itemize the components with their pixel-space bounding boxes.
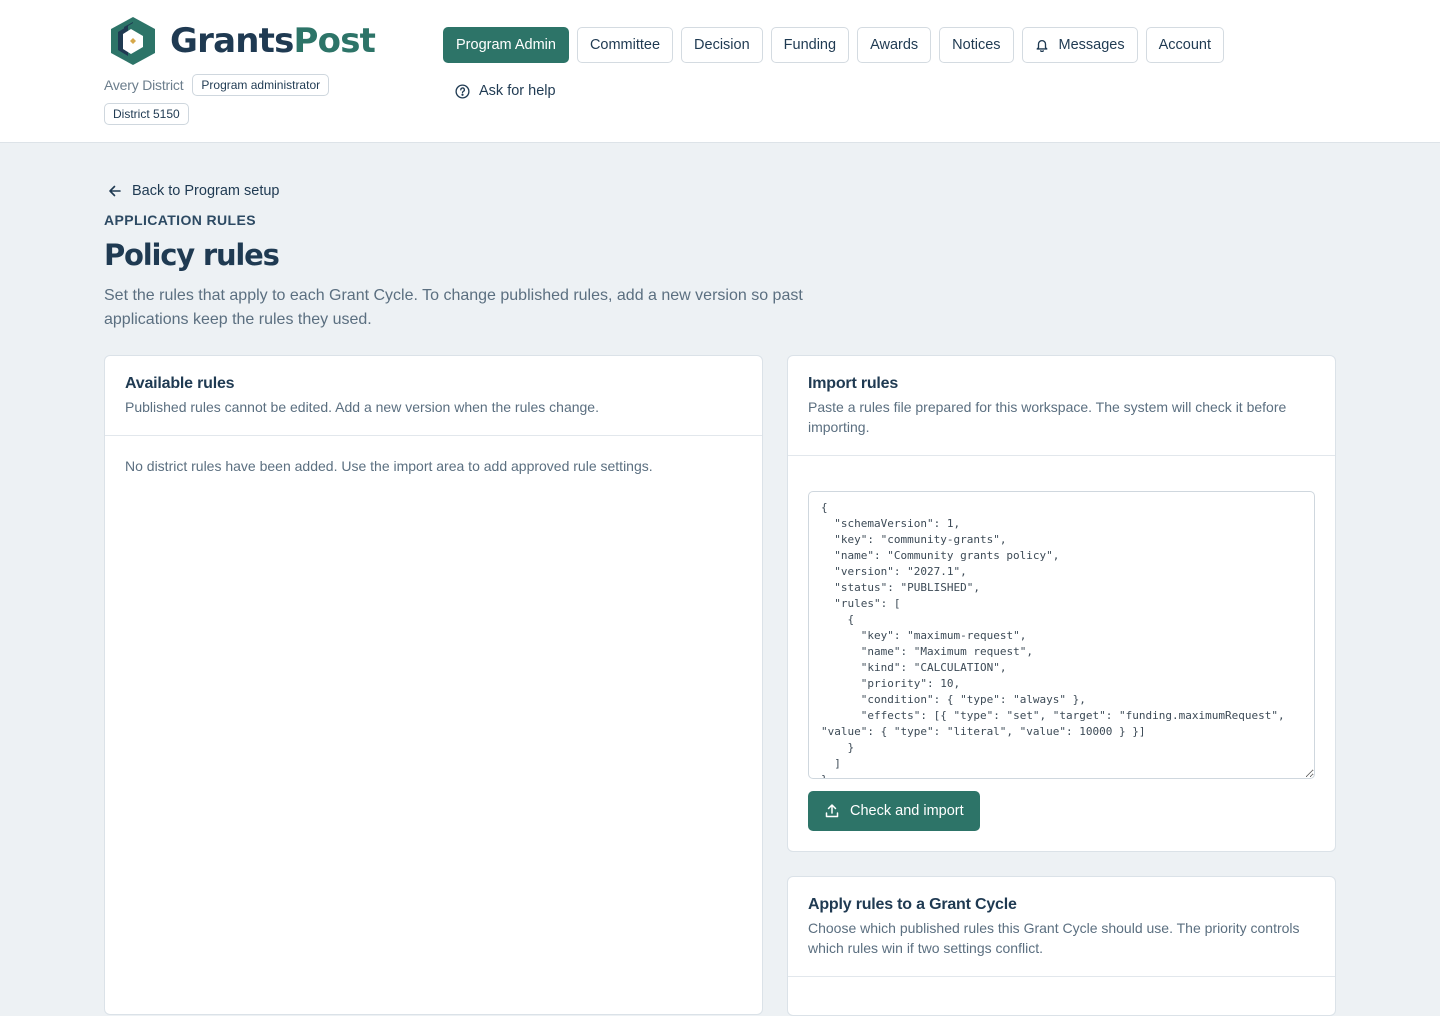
rules-json-textarea[interactable] [808,491,1315,779]
role-badge: Program administrator [192,74,330,96]
org-info: Avery District Program administrator [104,74,330,96]
apply-rules-desc: Choose which published rules this Grant … [808,920,1300,956]
bell-icon [1036,39,1047,52]
nav-account[interactable]: Account [1145,27,1225,63]
main-nav: Program Admin Committee Decision Funding… [443,27,1225,63]
nav-notices[interactable]: Notices [939,27,1014,63]
brand-logo[interactable]: GrantsPost [104,14,376,68]
import-rules-desc: Paste a rules file prepared for this wor… [808,399,1287,435]
import-rules-title: Import rules [808,375,899,392]
page-title: Policy rules [104,238,280,272]
nav-funding[interactable]: Funding [770,27,850,63]
back-label: Back to Program setup [132,183,280,199]
available-rules-title: Available rules [125,375,235,392]
brand-name-part1: Grants [170,21,294,61]
brand-name-part2: Post [293,21,376,61]
page-subtitle: Set the rules that apply to each Grant C… [104,287,803,328]
available-rules-desc: Published rules cannot be edited. Add a … [125,399,599,415]
check-and-import-label: Check and import [850,803,964,819]
district-badge: District 5150 [104,103,189,125]
back-to-program-setup-link[interactable]: Back to Program setup [108,183,280,199]
ask-for-help-label: Ask for help [479,83,556,99]
brand-wordmark: GrantsPost [170,15,376,67]
top-bar: GrantsPost Avery District Program admini… [0,0,1440,143]
nav-messages[interactable]: Messages [1021,27,1138,63]
nav-decision[interactable]: Decision [681,27,763,63]
import-rules-card: Import rules Paste a rules file prepared… [787,355,1336,852]
nav-messages-label: Messages [1058,37,1125,53]
nav-awards[interactable]: Awards [857,27,932,63]
section-eyebrow: APPLICATION RULES [104,212,256,228]
empty-state-text: No district rules have been added. Use t… [125,458,653,474]
upload-icon [825,804,839,818]
help-circle-icon [455,83,470,99]
apply-rules-card: Apply rules to a Grant Cycle Choose whic… [787,876,1336,1016]
org-name: Avery District [104,77,184,93]
nav-committee[interactable]: Committee [576,27,674,63]
hexagon-logo-icon [111,17,155,65]
available-rules-header: Available rules Published rules cannot b… [105,356,762,436]
ask-for-help-link[interactable]: Ask for help [455,83,556,99]
available-rules-card: Available rules Published rules cannot b… [104,355,763,1015]
import-rules-header: Import rules Paste a rules file prepared… [788,356,1335,456]
check-and-import-button[interactable]: Check and import [808,791,980,831]
apply-rules-header: Apply rules to a Grant Cycle Choose whic… [788,877,1335,977]
apply-rules-title: Apply rules to a Grant Cycle [808,896,1017,913]
nav-program-admin[interactable]: Program Admin [443,27,569,63]
arrow-left-icon [109,185,121,197]
